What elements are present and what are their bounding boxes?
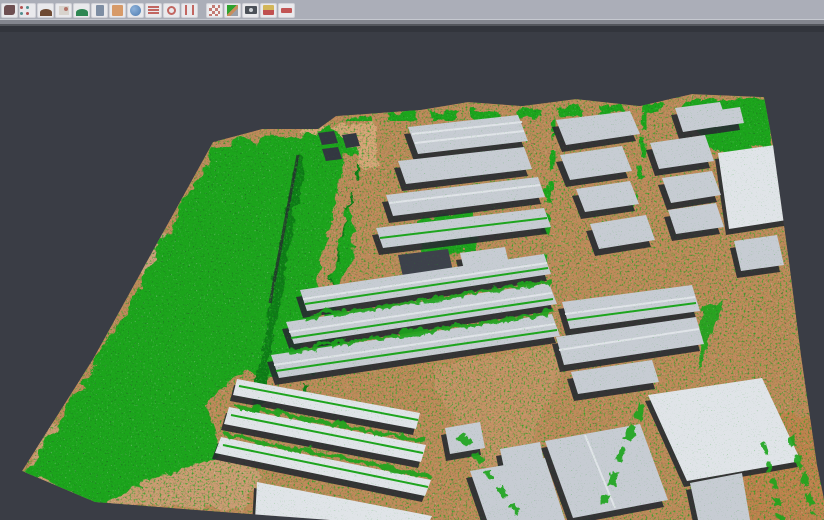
- classification-colors-button[interactable]: [224, 3, 241, 18]
- measure-list-icon: [148, 6, 159, 8]
- globe-view-icon: [130, 5, 141, 16]
- terrain-model-button[interactable]: [37, 3, 54, 18]
- target-ring-icon: [167, 6, 176, 15]
- clip-region-icon: [263, 5, 274, 15]
- point-cloud-icon: [20, 6, 23, 9]
- classification-colors-icon: [227, 5, 238, 16]
- viewport-3d[interactable]: [0, 26, 824, 520]
- orthoimage-button[interactable]: [109, 3, 126, 18]
- sample-marker-icon: [59, 6, 69, 15]
- application-window: [0, 0, 824, 517]
- point-cloud-render: [0, 26, 824, 520]
- grid-overlay-icon: [209, 5, 220, 16]
- globe-view-button[interactable]: [127, 3, 144, 18]
- canopy-surface-icon: [76, 9, 88, 16]
- grid-overlay-button[interactable]: [206, 3, 223, 18]
- extent-select-icon: [185, 5, 194, 15]
- remove-slice-icon: [281, 8, 292, 13]
- target-ring-button[interactable]: [163, 3, 180, 18]
- orthoimage-icon: [112, 5, 123, 16]
- terrain-model-icon: [40, 9, 52, 16]
- viewport-top-shade: [0, 26, 824, 32]
- extent-select-button[interactable]: [181, 3, 198, 18]
- measure-list-button[interactable]: [145, 3, 162, 18]
- open-data-button[interactable]: [1, 3, 18, 18]
- snapshot-camera-button[interactable]: [242, 3, 259, 18]
- toolbar: [0, 0, 824, 20]
- remove-slice-button[interactable]: [278, 3, 295, 18]
- sample-marker-button[interactable]: [55, 3, 72, 18]
- snapshot-camera-icon: [245, 6, 257, 14]
- profile-panel-icon: [96, 5, 104, 16]
- profile-panel-button[interactable]: [91, 3, 108, 18]
- open-data-icon: [4, 5, 15, 15]
- canopy-surface-button[interactable]: [73, 3, 90, 18]
- point-cloud-button[interactable]: [19, 3, 36, 18]
- clip-region-button[interactable]: [260, 3, 277, 18]
